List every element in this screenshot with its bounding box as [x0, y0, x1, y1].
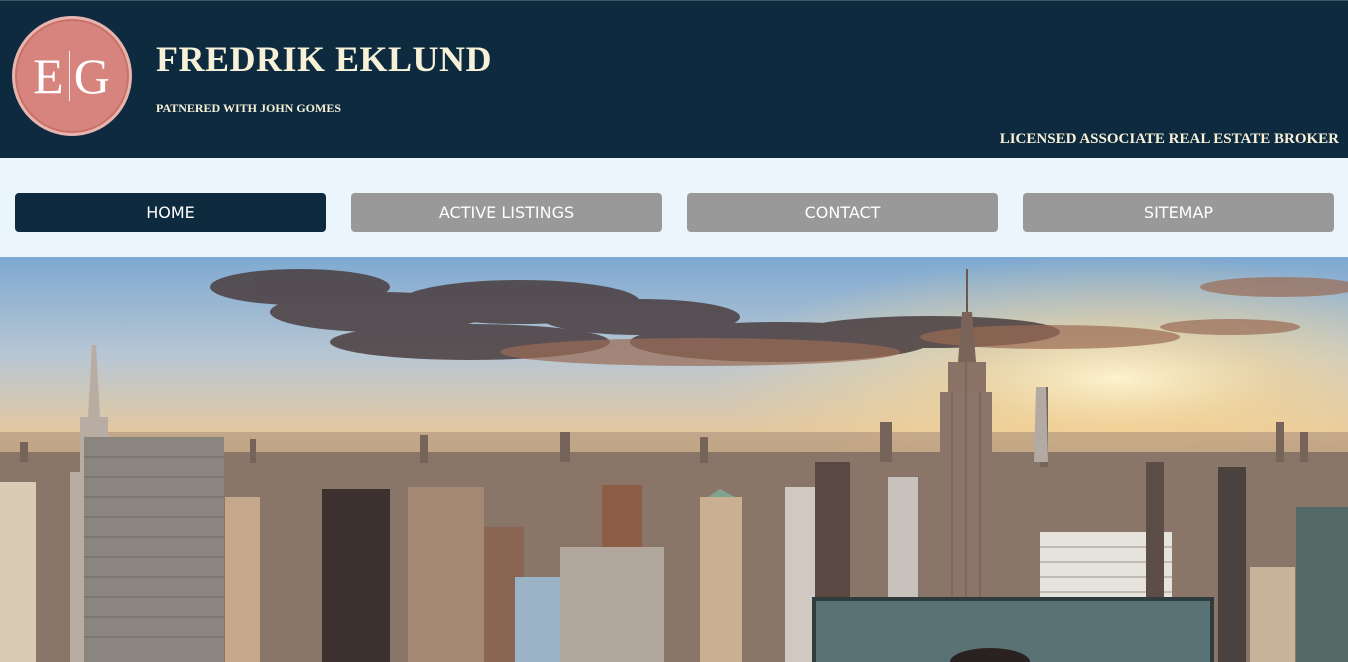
nav-sitemap-button[interactable]: SITEMAP — [1023, 193, 1334, 232]
site-subtitle: PATNERED WITH JOHN GOMES — [156, 101, 342, 115]
nav-contact-button[interactable]: CONTACT — [687, 193, 998, 232]
logo-divider — [68, 51, 70, 101]
site-tagline: LICENSED ASSOCIATE REAL ESTATE BROKER — [999, 131, 1339, 147]
site-header: E G FREDRIK EKLUND PATNERED WITH JOHN GO… — [0, 0, 1348, 158]
nav-active-listings-button[interactable]: ACTIVE LISTINGS — [351, 193, 662, 232]
main-nav: HOME ACTIVE LISTINGS CONTACT SITEMAP — [0, 158, 1348, 257]
skyline-illustration — [0, 257, 1348, 662]
nav-home-button[interactable]: HOME — [15, 193, 326, 232]
logo-initial-g: G — [73, 48, 111, 104]
hero-city-skyline-image — [0, 257, 1348, 662]
site-title: FREDRIK EKLUND — [156, 39, 493, 79]
eg-logo[interactable]: E G — [12, 16, 132, 136]
logo-monogram: E G — [33, 47, 111, 105]
logo-initial-e: E — [33, 48, 65, 104]
